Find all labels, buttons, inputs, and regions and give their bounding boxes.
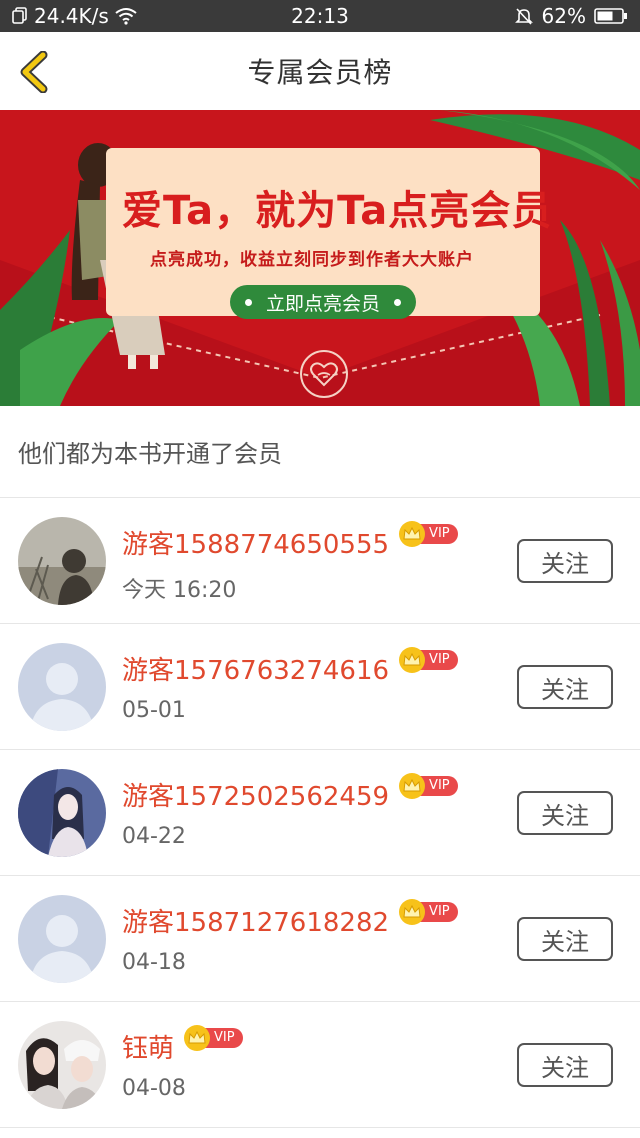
follow-button[interactable]: 关注 [517, 1043, 613, 1087]
banner-subtext: 点亮成功，收益立刻同步到作者大大账户 [150, 250, 474, 270]
vip-badge: VIP [399, 898, 458, 925]
banner-headline: 爱Ta，就为Ta点亮会员 [122, 188, 553, 234]
crown-icon [399, 520, 426, 547]
cta-label: 立即点亮会员 [265, 292, 380, 315]
avatar[interactable] [18, 517, 106, 605]
member-date: 04-08 [122, 1076, 186, 1101]
wifi-icon [115, 7, 137, 25]
mute-icon [514, 6, 534, 26]
page-title: 专属会员榜 [247, 56, 393, 89]
member-list: 游客1588774650555 VIP 今天 16:20 关注 游客157676… [0, 498, 640, 1128]
member-name: 游客1587127618282 [122, 908, 390, 938]
follow-button[interactable]: 关注 [517, 539, 613, 583]
list-item[interactable]: 游客1576763274616 VIP 05-01 关注 [0, 624, 640, 750]
vip-badge: VIP [184, 1024, 243, 1051]
list-item[interactable]: 游客1588774650555 VIP 今天 16:20 关注 [0, 498, 640, 624]
nav-bar: 专属会员榜 [0, 32, 640, 110]
list-item[interactable]: 游客1572502562459 VIP 04-22 关注 [0, 750, 640, 876]
avatar[interactable] [18, 895, 106, 983]
member-date: 05-01 [122, 698, 186, 723]
dot-left-icon [244, 298, 252, 306]
member-name: 游客1576763274616 [122, 656, 390, 686]
promo-banner[interactable]: 爱Ta，就为Ta点亮会员 点亮成功，收益立刻同步到作者大大账户 立即点亮会员 [0, 110, 640, 406]
crown-icon [399, 772, 426, 799]
crown-icon [399, 646, 426, 673]
status-bar: 24.4K/s 22:13 62% [0, 0, 640, 32]
member-name: 游客1572502562459 [122, 782, 390, 812]
chevron-left-icon [20, 51, 48, 93]
crown-icon [184, 1024, 211, 1051]
copy-icon [12, 7, 28, 25]
crown-icon [399, 898, 426, 925]
vip-badge: VIP [399, 520, 458, 547]
battery-icon [594, 7, 628, 25]
heart-hands-icon [300, 350, 348, 398]
list-item[interactable]: 游客1587127618282 VIP 04-18 关注 [0, 876, 640, 1002]
avatar[interactable] [18, 1021, 106, 1109]
member-date: 04-18 [122, 950, 186, 975]
member-date: 04-22 [122, 824, 186, 849]
network-speed: 24.4K/s [34, 4, 109, 28]
dot-right-icon [394, 298, 401, 306]
avatar[interactable] [18, 643, 106, 731]
back-button[interactable] [14, 50, 54, 94]
avatar[interactable] [18, 769, 106, 857]
section-label: 他们都为本书开通了会员 [0, 406, 640, 498]
list-item[interactable]: 钰萌 VIP 04-08 关注 [0, 1002, 640, 1128]
follow-button[interactable]: 关注 [517, 917, 613, 961]
light-up-membership-button[interactable]: 立即点亮会员 [230, 285, 416, 319]
follow-button[interactable]: 关注 [517, 791, 613, 835]
follow-button[interactable]: 关注 [517, 665, 613, 709]
vip-badge: VIP [399, 772, 458, 799]
member-date: 今天 16:20 [122, 578, 237, 603]
member-name: 游客1588774650555 [122, 530, 390, 560]
vip-badge: VIP [399, 646, 458, 673]
member-name: 钰萌 [122, 1034, 175, 1064]
battery-percent: 62% [541, 4, 586, 28]
